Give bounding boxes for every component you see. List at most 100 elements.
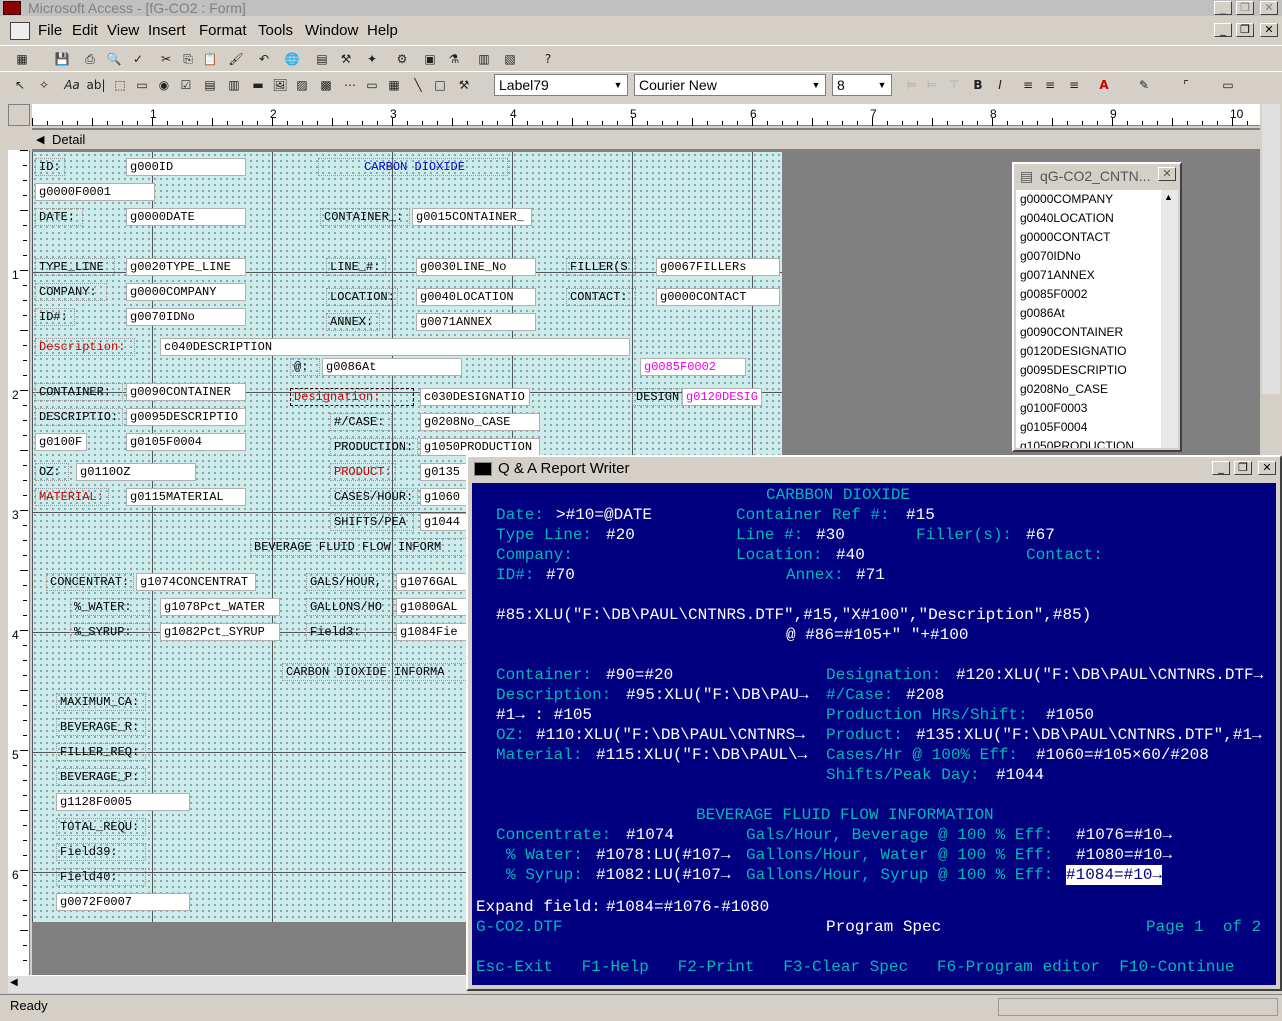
oz-field[interactable]: g0110OZ <box>76 463 196 481</box>
id-label[interactable]: ID: <box>35 158 65 176</box>
menu-view[interactable]: View <box>107 22 139 39</box>
label-tool-icon[interactable]: Aa <box>62 76 82 94</box>
gals-hour-label[interactable]: GALS/HOUR, <box>306 573 394 591</box>
production-field[interactable]: g1050PRODUCTION <box>420 438 540 456</box>
f0007-field[interactable]: g0072F0007 <box>56 893 190 911</box>
page-break-icon[interactable]: ⋯ <box>340 76 360 94</box>
water-field[interactable]: g1078Pct_WATER <box>160 598 280 616</box>
align-left-icon[interactable]: ≡ <box>1018 76 1038 94</box>
paste-icon[interactable]: 📋 <box>200 50 220 68</box>
f0002-field[interactable]: g0085F0002 <box>640 358 746 376</box>
id-field[interactable]: g000ID <box>126 158 246 176</box>
italic-icon[interactable]: I <box>990 76 1010 94</box>
doc-close-button[interactable]: ✕ <box>1260 23 1278 37</box>
field-list-item[interactable]: g0000CONTACT <box>1016 228 1161 247</box>
object-combo[interactable]: Label79 ▼ <box>494 74 628 96</box>
help-icon[interactable]: ? <box>538 50 558 68</box>
line-no-field[interactable]: g0030LINE_No <box>416 258 536 276</box>
container-ref-label[interactable]: CONTAINER_: <box>320 208 410 226</box>
field-list-header[interactable]: ▤ qG-CO2_CNTN... ✕ <box>1014 164 1180 188</box>
description-field[interactable]: c040DESCRIPTION <box>160 338 630 356</box>
menu-tools[interactable]: Tools <box>258 22 293 39</box>
idno-label[interactable]: ID#: <box>35 308 75 326</box>
field-list-item[interactable]: g0105F0004 <box>1016 418 1161 437</box>
subform-icon[interactable]: ▦ <box>384 76 404 94</box>
build-icon[interactable]: ⚗ <box>444 50 464 68</box>
print-icon[interactable]: ⎙ <box>80 50 100 68</box>
oz-label[interactable]: OZ: <box>35 463 69 481</box>
align-right-icon[interactable]: ≡ <box>1064 76 1084 94</box>
properties-icon[interactable]: ▣ <box>420 50 440 68</box>
f100-field[interactable]: g0100F <box>35 433 87 451</box>
menu-format[interactable]: Format <box>199 22 247 39</box>
annex-label[interactable]: ANNEX: <box>326 313 380 331</box>
container-label[interactable]: CONTAINER: <box>35 383 123 401</box>
field40-label[interactable]: Field40: <box>56 868 146 886</box>
font-combo[interactable]: Courier New ▼ <box>634 74 826 96</box>
f0004-field[interactable]: g0105F0004 <box>126 433 246 451</box>
case-label[interactable]: #/CASE: <box>330 413 392 431</box>
contact-label[interactable]: CONTACT: <box>566 288 636 306</box>
more-controls-icon[interactable]: ⚒ <box>454 76 474 94</box>
container-field[interactable]: g0090CONTAINER <box>126 383 246 401</box>
hyperlink-icon[interactable]: 🌐 <box>282 50 302 68</box>
product-label[interactable]: PRODUCT: <box>330 463 396 481</box>
field-list-item[interactable]: g0070IDNo <box>1016 247 1161 266</box>
carbon-dioxide-title[interactable]: CARBON DIOXIDE <box>318 158 508 176</box>
field-list-item[interactable]: g1050PRODUCTION <box>1016 437 1161 448</box>
idno-field[interactable]: g0070IDNo <box>126 308 246 326</box>
form-icon[interactable] <box>10 22 30 40</box>
detail-section-header[interactable]: ◀ Detail <box>32 130 1260 150</box>
gallons-hour-label[interactable]: GALLONS/HO <box>306 598 394 616</box>
close-icon[interactable]: ✕ <box>1158 167 1176 181</box>
production-label[interactable]: PRODUCTION: <box>330 438 418 456</box>
qa-console-screen[interactable]: CARBBON DIOXIDE Date: >#10=@DATE Container… <box>472 483 1276 985</box>
font-size-combo[interactable]: 8 ▼ <box>832 74 892 96</box>
database-window-icon[interactable]: ▥ <box>474 50 494 68</box>
menu-edit[interactable]: Edit <box>72 22 98 39</box>
tab-control-icon[interactable]: ▭ <box>362 76 382 94</box>
cut-icon[interactable]: ✂ <box>156 50 176 68</box>
shifts-label[interactable]: SHIFTS/PEA <box>330 513 414 531</box>
beverage-flow-title[interactable]: BEVERAGE FLUID FLOW INFORM <box>250 538 480 556</box>
toggle-button-icon[interactable]: ▭ <box>132 76 152 94</box>
option-group-icon[interactable]: ⬚ <box>110 76 130 94</box>
bound-frame-icon[interactable]: ▩ <box>316 76 336 94</box>
beverage-r-label[interactable]: BEVERAGE_R: <box>56 718 146 736</box>
save-icon[interactable]: 💾 <box>52 50 72 68</box>
spelling-icon[interactable]: ✓ <box>128 50 148 68</box>
restore-button[interactable]: ❐ <box>1236 1 1254 15</box>
undo-icon[interactable]: ↶ <box>254 50 274 68</box>
scroll-left-icon[interactable]: ◀ <box>10 977 18 988</box>
menu-help[interactable]: Help <box>367 22 398 39</box>
horizontal-scrollbar[interactable]: ◀ <box>8 975 468 993</box>
qa-report-writer-window[interactable]: Q & A Report Writer _ ❐ ✕ CARBBON DIOXID… <box>466 455 1282 991</box>
doc-minimize-button[interactable]: _ <box>1214 23 1232 37</box>
field-list[interactable]: g0000COMPANY g0040LOCATION g0000CONTACT g00… <box>1016 190 1161 448</box>
line-width-icon[interactable]: ▭ <box>1218 76 1238 94</box>
date-field[interactable]: g0000DATE <box>126 208 246 226</box>
checkbox-tool-icon[interactable]: ☑ <box>176 76 196 94</box>
designation2-field[interactable]: g0120DESIG <box>682 388 762 406</box>
filler-label[interactable]: FILLER(S <box>566 258 636 276</box>
copy-icon[interactable]: ⎘ <box>178 50 198 68</box>
concentrate-label[interactable]: CONCENTRAT: <box>46 573 134 591</box>
field-list-item[interactable]: g0086At <box>1016 304 1161 323</box>
description2-field[interactable]: g0095DESCRIPTIO <box>126 408 246 426</box>
vertical-scrollbar[interactable] <box>1262 104 1280 394</box>
minimize-button[interactable]: _ <box>1214 1 1232 15</box>
textbox-tool-icon[interactable]: ab| <box>86 76 106 94</box>
field-list-item[interactable]: g0071ANNEX <box>1016 266 1161 285</box>
new-object-icon[interactable]: ▧ <box>500 50 520 68</box>
syrup-field[interactable]: g1082Pct_SYRUP <box>160 623 280 641</box>
at-field[interactable]: g0086At <box>322 358 462 376</box>
case-field[interactable]: g0208No_CASE <box>420 413 540 431</box>
special-effect-icon[interactable]: ⌜ <box>1176 76 1196 94</box>
menu-window[interactable]: Window <box>305 22 358 39</box>
maximum-label[interactable]: MAXIMUM_CA: <box>56 693 146 711</box>
syrup-label[interactable]: %_SYRUP: <box>70 623 150 641</box>
description-label[interactable]: Description: <box>35 338 135 356</box>
cases-hour-label[interactable]: CASES/HOUR: <box>330 488 418 506</box>
qa-close-button[interactable]: ✕ <box>1258 461 1276 475</box>
type-line-label[interactable]: TYPE_LINE <box>35 258 115 276</box>
